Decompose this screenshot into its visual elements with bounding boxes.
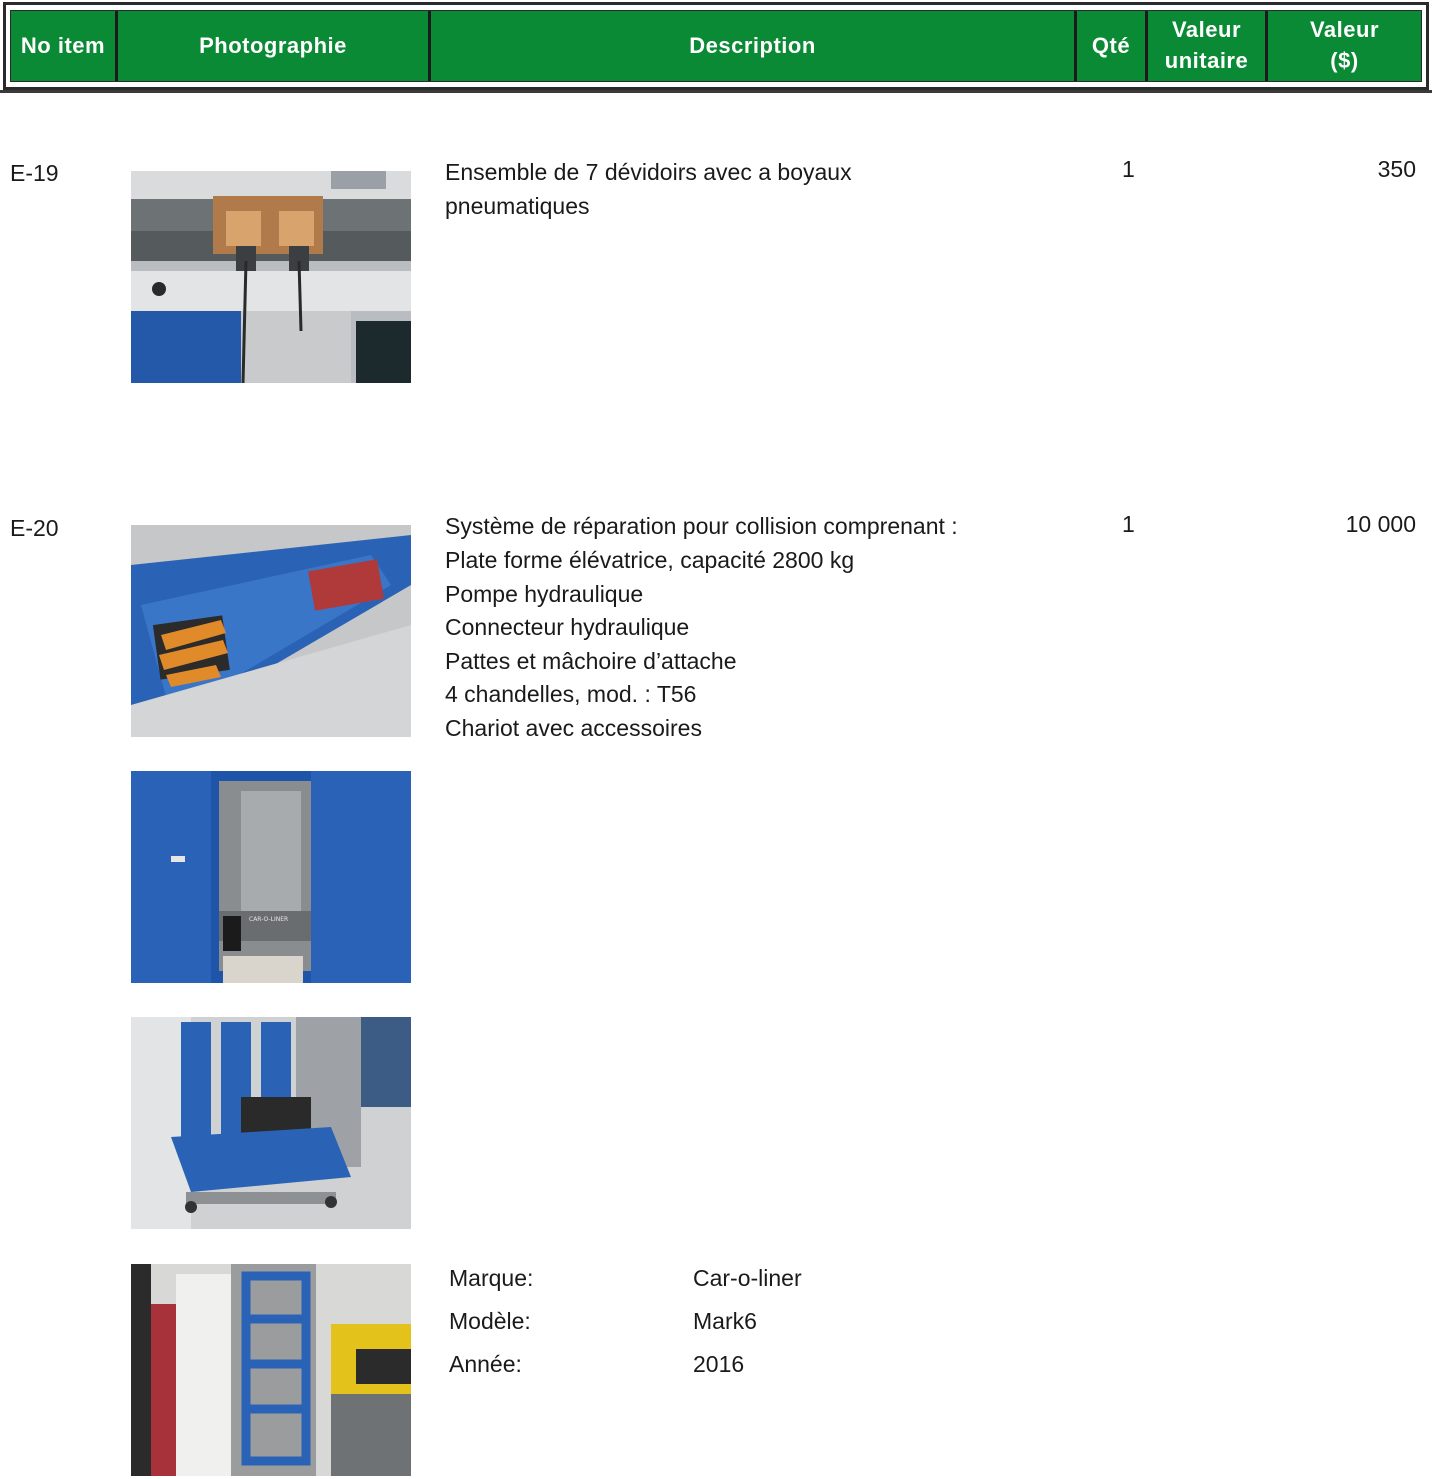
- item-photo-lift-platform: [131, 525, 411, 737]
- item-description-line: Connecteur hydraulique: [445, 614, 690, 640]
- item-photo-pump-cabinet: CAR-O-LINER: [131, 771, 411, 983]
- spec-value-marque: Car-o-liner: [693, 1265, 802, 1291]
- header-description: Description: [431, 11, 1077, 81]
- item-number: E-19: [10, 160, 59, 186]
- header-valeur: Valeur ($): [1268, 11, 1421, 81]
- spec-label-modele: Modèle:: [449, 1308, 531, 1334]
- header-no-item: No item: [11, 11, 118, 81]
- item-description-line: Pattes et mâchoire d’attache: [445, 648, 737, 674]
- item-photo-hose-reels: [131, 171, 411, 383]
- item-photo-accessory-cart: [131, 1017, 411, 1229]
- header-qte: Qté: [1077, 11, 1148, 81]
- item-valeur: 10 000: [1345, 511, 1416, 537]
- item-qte: 1: [1122, 511, 1135, 537]
- item-description-line: Système de réparation pour collision com…: [445, 513, 958, 539]
- item-photo-stands-rack: [131, 1264, 411, 1476]
- spec-value-annee: 2016: [693, 1351, 745, 1377]
- photo-caption: CAR-O-LINER: [249, 916, 288, 923]
- item-description-line: 4 chandelles, mod. : T56: [445, 681, 697, 707]
- table-header: No item Photographie Description Qté Val…: [3, 2, 1429, 90]
- item-number: E-20: [10, 515, 59, 541]
- item-qte: 1: [1122, 156, 1135, 182]
- header-divider: [0, 90, 1432, 93]
- header-photographie: Photographie: [118, 11, 431, 81]
- header-valeur-unitaire: Valeur unitaire: [1148, 11, 1268, 81]
- spec-label-annee: Année:: [449, 1351, 522, 1377]
- spec-label-marque: Marque:: [449, 1265, 534, 1291]
- item-description-line: Pompe hydraulique: [445, 581, 644, 607]
- spec-value-modele: Mark6: [693, 1308, 757, 1334]
- item-description-line: Chariot avec accessoires: [445, 715, 702, 741]
- item-description-line: Plate forme élévatrice, capacité 2800 kg: [445, 547, 855, 573]
- item-valeur: 350: [1377, 156, 1416, 182]
- item-description-line: Ensemble de 7 dévidoirs avec a boyaux: [445, 159, 852, 185]
- item-description-line: pneumatiques: [445, 193, 590, 219]
